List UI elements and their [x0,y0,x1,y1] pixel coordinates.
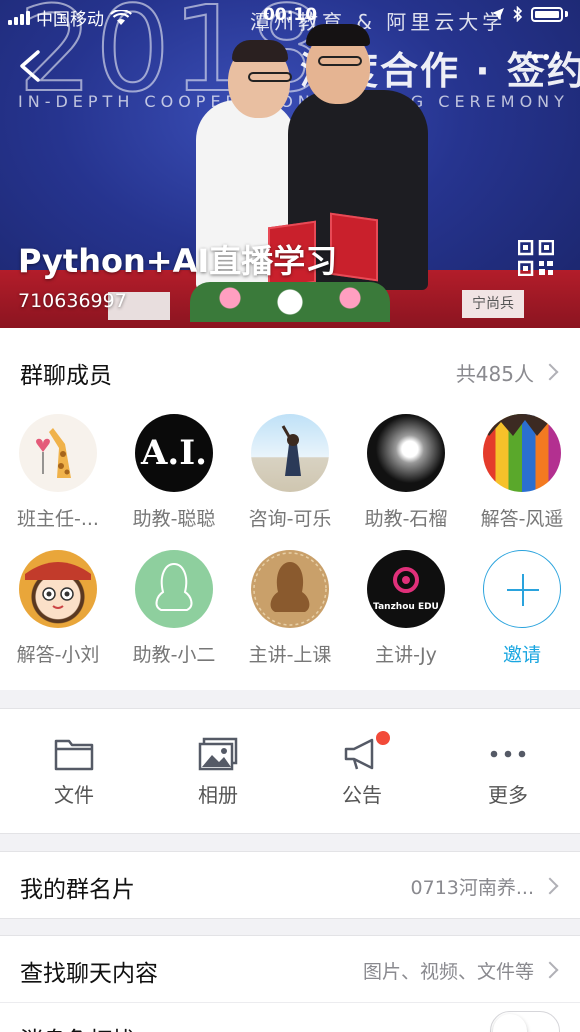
battery-cap [565,11,568,17]
files-label: 文件 [54,783,94,807]
ai-logo-avatar: A.I. [135,414,213,492]
photo-person-left-hair [232,40,288,62]
tanzhou-edu-text: Tanzhou EDU [373,602,439,612]
more-dot [532,54,538,60]
member-item[interactable]: 班主任-... [0,414,116,531]
anime-girl-avatar [19,550,97,628]
group-tools-bar: 文件 相册 公告 更多 [0,708,580,834]
group-name: Python+AI直播学习 [18,242,338,280]
status-bar: 中国移动 00:10 [0,0,580,32]
my-group-card-value: 0713河南养... [410,877,534,899]
photo-glasses-left [248,72,292,82]
member-name: 解答-风遥 [480,508,564,530]
megaphone-icon [344,738,374,770]
member-item[interactable]: 解答-风遥 [464,414,580,531]
photo-album-icon [198,737,238,771]
more-tools-button[interactable]: 更多 [448,737,568,808]
search-chat-row[interactable]: 查找聊天内容 图片、视频、文件等 [0,935,580,1003]
member-item[interactable]: 助教-小二 [116,550,232,667]
bluetooth-icon [513,6,523,22]
members-title: 群聊成员 [20,363,112,389]
chevron-right-icon [541,877,559,895]
smoke-avatar [367,414,445,492]
status-right [491,6,568,22]
member-name: 助教-聪聪 [132,508,216,530]
files-button[interactable]: 文件 [14,737,134,808]
member-name: 解答-小刘 [16,644,100,666]
member-name: 助教-石榴 [364,508,448,530]
member-item[interactable]: A.I. 助教-聪聪 [116,414,232,531]
invite-label: 邀请 [502,644,541,666]
giraffe-avatar [19,414,97,492]
member-item[interactable]: Tanzhou EDU 主讲-Jy [348,550,464,667]
photo-flowers [190,282,390,322]
do-not-disturb-row: 消息免打扰 [0,1002,580,1032]
banner-subtitle-text: IN-DEPTH COOPERATION SIGNING CEREMONY [18,92,569,111]
search-chat-label: 查找聊天内容 [20,961,158,987]
member-item[interactable]: 咨询-可乐 [232,414,348,531]
qq-penguin-leather-avatar [251,550,329,628]
my-group-card-row[interactable]: 我的群名片 0713河南养... [0,851,580,919]
member-item[interactable]: 主讲-上课 [232,550,348,667]
members-count: 共485人 [455,362,534,386]
do-not-disturb-label: 消息免打扰 [20,1021,135,1032]
member-name: 主讲-Jy [375,644,437,666]
back-arrow-icon[interactable] [14,48,46,84]
members-section: 群聊成员 共485人 班主任-... A.I. 助教-聪聪 咨询-可乐 助教-石… [0,328,580,690]
announcement-label: 公告 [342,783,382,807]
album-button[interactable]: 相册 [158,737,278,808]
more-dots-icon [490,750,526,758]
member-name: 主讲-上课 [248,644,332,666]
group-id: 710636997 [18,290,127,312]
chevron-right-icon [541,363,559,381]
photo-name-plaque-right: 宁尚兵 [462,290,524,318]
tanzhou-edu-avatar: Tanzhou EDU [367,550,445,628]
beach-girl-avatar [251,414,329,492]
members-header[interactable]: 群聊成员 共485人 [0,328,580,414]
member-item[interactable]: 助教-石榴 [348,414,464,531]
more-options-button[interactable] [532,54,560,60]
more-dot [543,54,549,60]
do-not-disturb-toggle[interactable] [490,1011,560,1032]
member-item[interactable]: 解答-小刘 [0,550,116,667]
member-name: 助教-小二 [132,644,216,666]
battery-icon [531,6,563,22]
chevron-right-icon [541,961,559,979]
more-tools-label: 更多 [488,783,528,807]
announcement-button[interactable]: 公告 [302,731,422,808]
qq-penguin-green-avatar [135,550,213,628]
location-icon [492,8,504,20]
album-label: 相册 [198,783,238,807]
group-cover-banner[interactable]: 2018 潭州教育 & 阿里云大学 深度合作 · 签约仪式 IN-DEPTH C… [0,0,580,328]
invite-button[interactable]: 邀请 [464,550,580,667]
notification-dot [376,731,390,745]
qr-code-icon[interactable] [518,240,554,276]
my-group-card-label: 我的群名片 [20,877,135,903]
search-chat-hint: 图片、视频、文件等 [362,961,534,983]
more-dot [554,54,560,60]
folder-icon [54,739,94,771]
member-name: 咨询-可乐 [248,508,332,530]
photo-glasses-right [318,56,362,66]
pencils-avatar [483,414,561,492]
member-name: 班主任-... [17,508,99,530]
plus-icon [483,550,561,628]
